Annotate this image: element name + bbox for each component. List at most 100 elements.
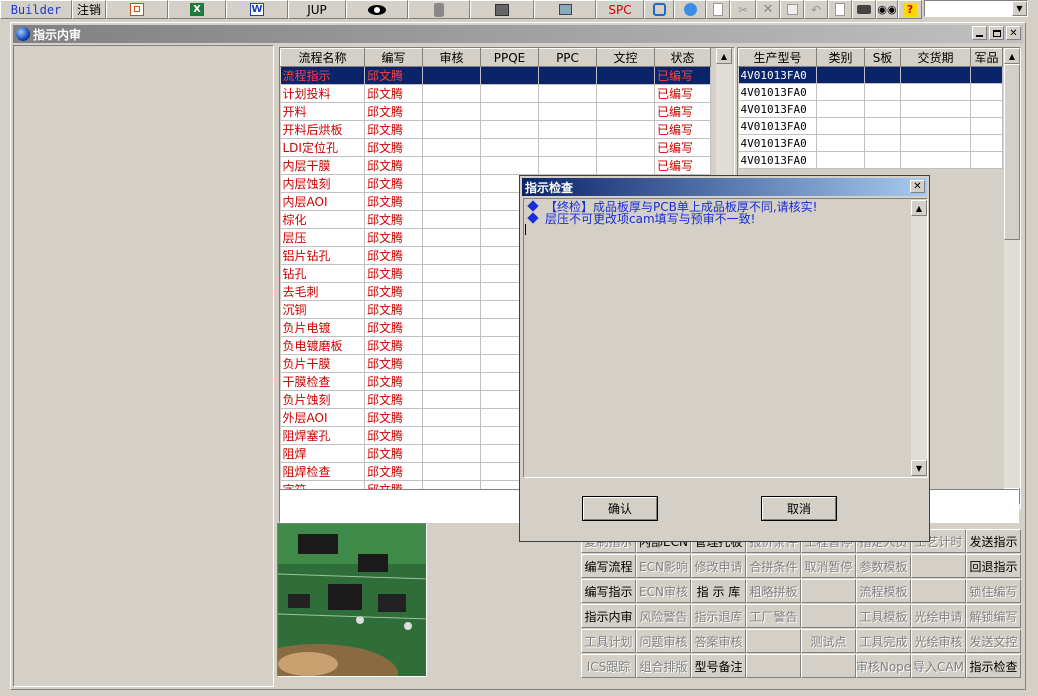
flow-cell[interactable]: 已编写	[654, 138, 711, 157]
flow-cell[interactable]	[422, 228, 481, 247]
function-button[interactable]: 答案审核	[691, 629, 746, 653]
function-button[interactable]: 指示退库	[691, 604, 746, 628]
function-button[interactable]: 解锁编写	[966, 604, 1021, 628]
flow-cell[interactable]	[480, 138, 539, 157]
function-button[interactable]: 风险警告	[636, 604, 691, 628]
flow-cell[interactable]: 邱文腾	[364, 264, 423, 283]
flow-row[interactable]: 计划投料 邱文腾 已编写	[280, 84, 711, 103]
jup-button[interactable]: JUP	[288, 0, 346, 19]
flow-cell[interactable]: 邱文腾	[364, 462, 423, 481]
product-cell[interactable]	[816, 151, 865, 169]
spc-button[interactable]: SPC	[596, 0, 644, 19]
flow-cell[interactable]	[422, 462, 481, 481]
flow-cell[interactable]	[422, 372, 481, 391]
flow-cell[interactable]	[422, 300, 481, 319]
find-button[interactable]: ◉◉	[876, 0, 898, 19]
flow-cell[interactable]	[422, 336, 481, 355]
product-cell[interactable]: 4V01013FA0	[738, 83, 817, 101]
flow-cell[interactable]	[480, 120, 539, 139]
flow-cell[interactable]: 外层AOI	[280, 408, 365, 427]
function-button[interactable]: 测试点	[801, 629, 856, 653]
flow-cell[interactable]: 层压	[280, 228, 365, 247]
function-button[interactable]: 工具计划	[581, 629, 636, 653]
flow-column-header[interactable]: 审核	[422, 48, 481, 67]
function-button[interactable]: 流程模板	[856, 579, 911, 603]
flow-cell[interactable]	[422, 390, 481, 409]
function-button[interactable]: 工厂警告	[746, 604, 801, 628]
product-row[interactable]: 4V01013FA0	[738, 134, 1003, 152]
flow-cell[interactable]	[422, 354, 481, 373]
flow-cell[interactable]: 已编写	[654, 156, 711, 175]
product-row[interactable]: 4V01013FA0	[738, 83, 1003, 101]
flow-cell[interactable]: 已编写	[654, 120, 711, 139]
dialog-titlebar[interactable]: 指示检查 ✕	[522, 178, 927, 196]
save-button[interactable]	[780, 0, 804, 19]
flow-row[interactable]: 流程指示 邱文腾 已编写	[280, 66, 711, 85]
flow-cell[interactable]: 钻孔	[280, 264, 365, 283]
flow-cell[interactable]: 内层干膜	[280, 156, 365, 175]
function-button[interactable]: 审核Nope	[856, 654, 911, 678]
function-button[interactable]: 导入CAM	[911, 654, 966, 678]
flow-cell[interactable]	[538, 120, 597, 139]
product-column-header[interactable]: 军品	[970, 48, 1003, 67]
flow-cell[interactable]: 负片蚀刻	[280, 390, 365, 409]
delete-button[interactable]: ✕	[756, 0, 780, 19]
flow-cell[interactable]: 邱文腾	[364, 300, 423, 319]
product-cell[interactable]	[970, 66, 1003, 84]
flow-cell[interactable]	[538, 138, 597, 157]
help-button[interactable]: ?	[898, 0, 922, 19]
flow-cell[interactable]: 邱文腾	[364, 354, 423, 373]
flow-cell[interactable]: 邱文腾	[364, 408, 423, 427]
product-cell[interactable]	[864, 66, 901, 84]
function-button[interactable]: 修改申请	[691, 554, 746, 578]
flow-cell[interactable]	[538, 84, 597, 103]
function-button[interactable]: 组合排版	[636, 654, 691, 678]
function-button[interactable]: 工具完成	[856, 629, 911, 653]
product-cell[interactable]	[970, 151, 1003, 169]
product-cell[interactable]	[900, 66, 971, 84]
flow-column-header[interactable]: PPC	[538, 48, 597, 67]
flow-cell[interactable]	[480, 156, 539, 175]
product-column-header[interactable]: 类别	[816, 48, 865, 67]
flow-cell[interactable]: 阻焊塞孔	[280, 426, 365, 445]
computer-button[interactable]	[534, 0, 596, 19]
scroll-thumb[interactable]	[1004, 64, 1020, 240]
flow-cell[interactable]: 内层AOI	[280, 192, 365, 211]
ie-button[interactable]	[674, 0, 706, 19]
function-button[interactable]: 锁住编写	[966, 579, 1021, 603]
flow-cell[interactable]: 邱文腾	[364, 246, 423, 265]
product-cell[interactable]: 4V01013FA0	[738, 117, 817, 135]
close-button[interactable]: ✕	[1006, 26, 1021, 40]
function-button[interactable]: 指示检查	[966, 654, 1021, 678]
function-button[interactable]: 编写流程	[581, 554, 636, 578]
flow-row[interactable]: 内层干膜 邱文腾 已编写	[280, 156, 711, 175]
product-cell[interactable]	[816, 66, 865, 84]
scroll-down-icon[interactable]: ▼	[911, 460, 927, 476]
database-button[interactable]	[408, 0, 470, 19]
flow-cell[interactable]	[422, 210, 481, 229]
product-cell[interactable]	[864, 117, 901, 135]
product-cell[interactable]	[900, 151, 971, 169]
flow-cell[interactable]	[596, 138, 655, 157]
flow-cell[interactable]	[538, 102, 597, 121]
flow-column-header[interactable]: 流程名称	[280, 48, 365, 67]
flow-cell[interactable]	[538, 156, 597, 175]
flow-cell[interactable]: 负电镀磨板	[280, 336, 365, 355]
flow-cell[interactable]: 邱文腾	[364, 390, 423, 409]
scroll-up-icon[interactable]: ▲	[911, 200, 927, 216]
print-button[interactable]	[852, 0, 876, 19]
network-button[interactable]	[470, 0, 534, 19]
confirm-button[interactable]: 确认	[582, 496, 658, 521]
flow-cell[interactable]	[596, 120, 655, 139]
flow-cell[interactable]: 负片电镀	[280, 318, 365, 337]
product-cell[interactable]	[816, 100, 865, 118]
function-button[interactable]: ECN影响	[636, 554, 691, 578]
flow-column-header[interactable]: 状态	[654, 48, 711, 67]
function-button[interactable]: 发送文控	[966, 629, 1021, 653]
word-button[interactable]: W	[226, 0, 288, 19]
flow-cell[interactable]	[422, 120, 481, 139]
flow-cell[interactable]	[596, 66, 655, 85]
function-button[interactable]: 发送指示	[966, 529, 1021, 553]
product-cell[interactable]	[864, 134, 901, 152]
cancel-button[interactable]: 取消	[761, 496, 837, 521]
